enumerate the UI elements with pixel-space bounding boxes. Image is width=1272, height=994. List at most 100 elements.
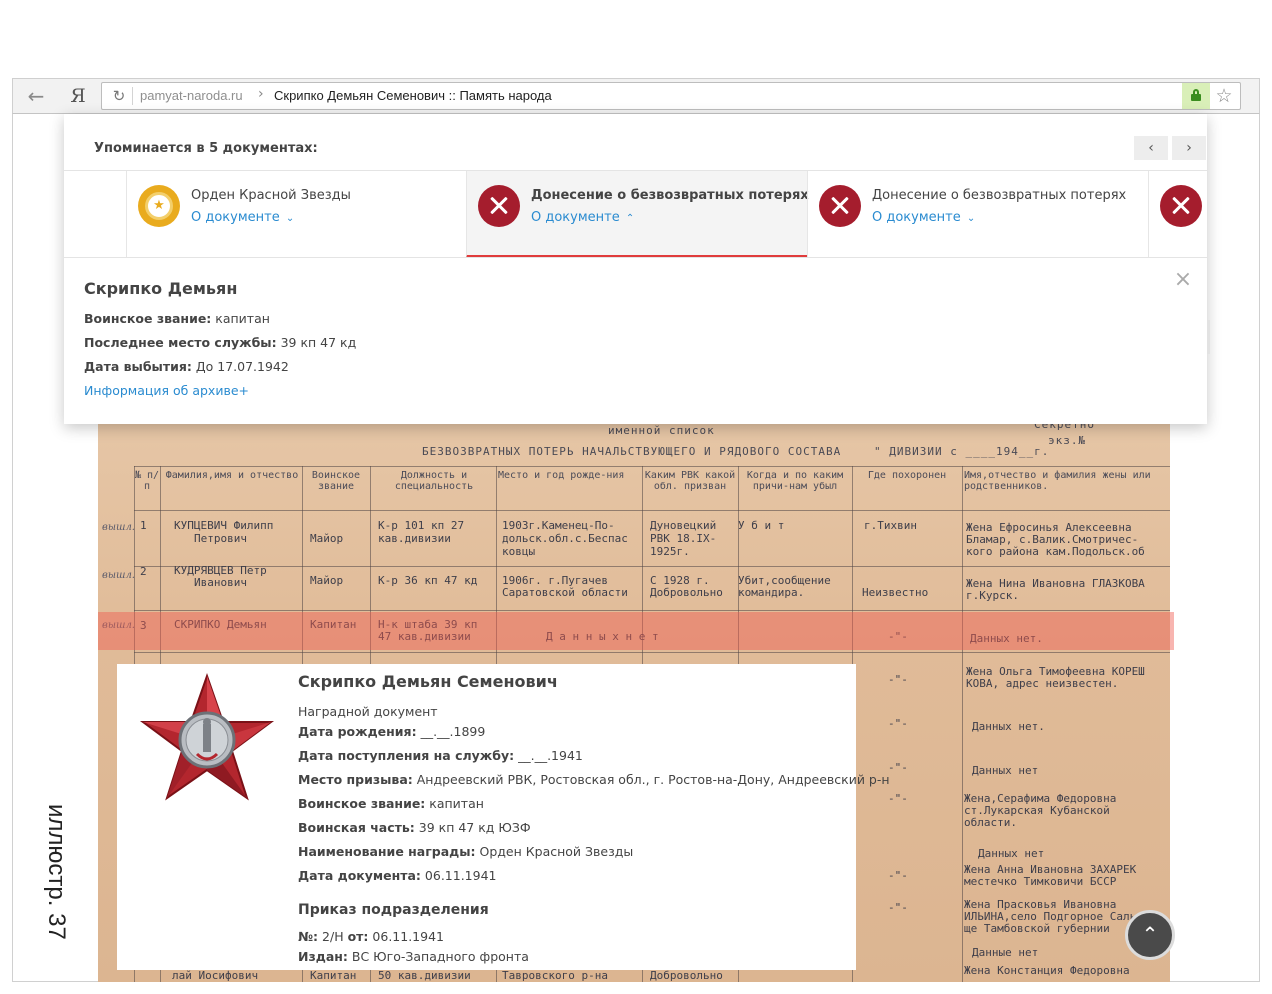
browser-toolbar: ← Я ↻ pamyat-naroda.ru › Скрипко Демьян … [12, 78, 1260, 114]
chevron-up-icon: ⌃ [1141, 922, 1159, 946]
scan-cell: К-р 36 кп 47 кд [378, 574, 478, 587]
field-label: Дата поступления на службу: [298, 748, 515, 763]
tab-loss-report-2[interactable]: Донесение о безвозвратных потерях О доку… [807, 171, 1148, 257]
scan-cell: 1 [140, 519, 147, 532]
field-label: от: [347, 929, 369, 944]
field-label: Воинское звание: [84, 311, 212, 326]
scan-cell: дольск.обл.с.Беспас [502, 532, 628, 545]
cross-icon [819, 185, 861, 227]
scan-cell: Неизвестно [862, 586, 929, 599]
cross-icon [478, 185, 520, 227]
url-divider [132, 87, 133, 105]
scan-cell: области. [964, 816, 1017, 829]
highlighted-record-row [98, 612, 1174, 650]
scan-cell: 1903г.Каменец-По- [502, 519, 615, 532]
field-value: __.__.1941 [518, 748, 583, 763]
field-value: 06.11.1941 [372, 929, 444, 944]
field-label: Дата рождения: [298, 724, 417, 739]
tab-award-order[interactable]: ★ Орден Красной Звезды О документе ⌄ [126, 171, 467, 257]
scan-margin-note: вышл. [102, 570, 135, 581]
scan-cell: Майор [310, 532, 344, 545]
scan-cell: Иванович [194, 576, 247, 589]
chevron-up-icon: ⌃ [625, 213, 635, 224]
address-bar[interactable]: ↻ pamyat-naroda.ru › Скрипко Демьян Семе… [101, 82, 1241, 110]
field-value: Орден Красной Звезды [479, 844, 634, 859]
cross-icon [1160, 185, 1202, 227]
yandex-logo-icon[interactable]: Я [67, 83, 89, 109]
scan-cell: -"- [888, 717, 908, 730]
scan-cell: Добровольно [650, 969, 723, 982]
field-label: Место призыва: [298, 772, 413, 787]
close-icon[interactable]: × [1173, 269, 1193, 291]
archive-info-link[interactable]: Информация об архиве+ [84, 383, 249, 398]
scan-cell: Майор [310, 574, 344, 587]
award-doc-date: Дата документа: 06.11.1941 [298, 868, 497, 883]
scan-cell: К-р 101 кп 27 [378, 519, 465, 532]
person-name: Скрипко Демьян [84, 279, 238, 298]
field-value: капитан [429, 796, 484, 811]
scan-column-header: Где похоронен [867, 470, 947, 481]
red-star-medal-icon [139, 672, 275, 801]
tab-loss-report-3[interactable] [1148, 171, 1207, 257]
field-label: Издан: [298, 949, 348, 964]
carousel-next-button[interactable]: › [1172, 136, 1206, 160]
award-unit: Воинская часть: 39 кп 47 кд ЮЗФ [298, 820, 531, 835]
order-red-star-image [137, 672, 277, 812]
scan-cell: г.Курск. [966, 589, 1019, 602]
scan-cell: Капитан [310, 969, 357, 982]
field-value: 39 кп 47 кд [280, 335, 357, 350]
document-detail: × Скрипко Демьян Воинское звание: капита… [64, 258, 1207, 424]
field-value: 39 кп 47 кд ЮЗФ [418, 820, 531, 835]
scan-cell: -"- [888, 792, 908, 805]
award-enlist-date: Дата поступления на службу: __.__.1941 [298, 748, 583, 763]
about-document-link[interactable]: О документе ⌄ [872, 210, 975, 225]
about-document-link[interactable]: О документе ⌄ [191, 210, 294, 225]
scan-column-header: Когда и по каким причи-нам убыл [746, 470, 844, 492]
award-title: Наименование награды: Орден Красной Звез… [298, 844, 633, 859]
mentions-title: Упоминается в 5 документах: [94, 141, 318, 156]
scroll-to-top-button[interactable]: ⌃ [1125, 910, 1175, 960]
scan-cell: командира. [738, 586, 805, 599]
scan-column-header: Имя,отчество и фамилия жены или родствен… [964, 470, 1151, 492]
scan-cell: У б и т [738, 519, 785, 532]
scan-cell: ще Тамбовской губернии [964, 922, 1110, 935]
tab-loss-report-1[interactable]: Донесение о безвозвратных потерях О доку… [466, 171, 809, 257]
secure-connection-badge[interactable] [1182, 83, 1210, 109]
field-value: капитан [215, 311, 270, 326]
back-arrow-icon[interactable]: ← [23, 85, 49, 109]
award-birth-date: Дата рождения: __.__.1899 [298, 724, 485, 739]
scan-header-copy: экз.№ [1048, 434, 1087, 447]
scan-cell: местечко Тимковичи БССР [964, 875, 1117, 888]
scan-cell: Данных нет [978, 847, 1045, 860]
medal-icon: ★ [138, 185, 180, 227]
order-number: №: 2/Н от: 06.11.1941 [298, 929, 444, 944]
carousel-prev-button[interactable]: ‹ [1134, 136, 1168, 160]
url-domain: pamyat-naroda.ru [140, 88, 243, 103]
scan-cell: Тавровского р-на [502, 969, 608, 982]
detail-rank: Воинское звание: капитан [84, 311, 270, 326]
about-document-link-text: О документе [872, 210, 961, 225]
award-draft-place: Место призыва: Андреевский РВК, Ростовск… [298, 772, 890, 787]
field-value: ВС Юго-Западного фронта [351, 949, 529, 964]
scan-cell: Добровольно [650, 586, 723, 599]
scan-cell: ковцы [502, 545, 536, 558]
field-label: Воинская часть: [298, 820, 415, 835]
chevron-down-icon: ⌄ [966, 213, 976, 224]
url-separator: › [258, 86, 264, 102]
bookmark-star-icon[interactable]: ☆ [1212, 84, 1236, 108]
scan-header-main: БЕЗВОЗВРАТНЫХ ПОТЕРЬ НАЧАЛЬСТВУЮЩЕГО И Р… [422, 445, 842, 458]
field-label: Дата документа: [298, 868, 421, 883]
field-label: Воинское звание: [298, 796, 426, 811]
about-document-link[interactable]: О документе ⌃ [531, 210, 634, 225]
scan-cell: 2 [140, 565, 147, 578]
about-document-link-text: О документе [531, 210, 620, 225]
scan-cell: 50 кав.дивизии [378, 969, 471, 982]
scan-cell: -"- [888, 673, 908, 686]
panel-edge [1207, 320, 1210, 354]
reload-icon[interactable]: ↻ [108, 85, 130, 107]
scan-cell: КОВА, адрес неизвестен. [966, 677, 1119, 690]
tab-label: Донесение о безвозвратных потерях [872, 188, 1127, 203]
document-mentions-panel: Упоминается в 5 документах: ‹ › ★ Орден … [64, 114, 1207, 424]
scan-cell: РВК 18.IX- [650, 532, 717, 545]
scan-cell: Петрович [194, 532, 247, 545]
